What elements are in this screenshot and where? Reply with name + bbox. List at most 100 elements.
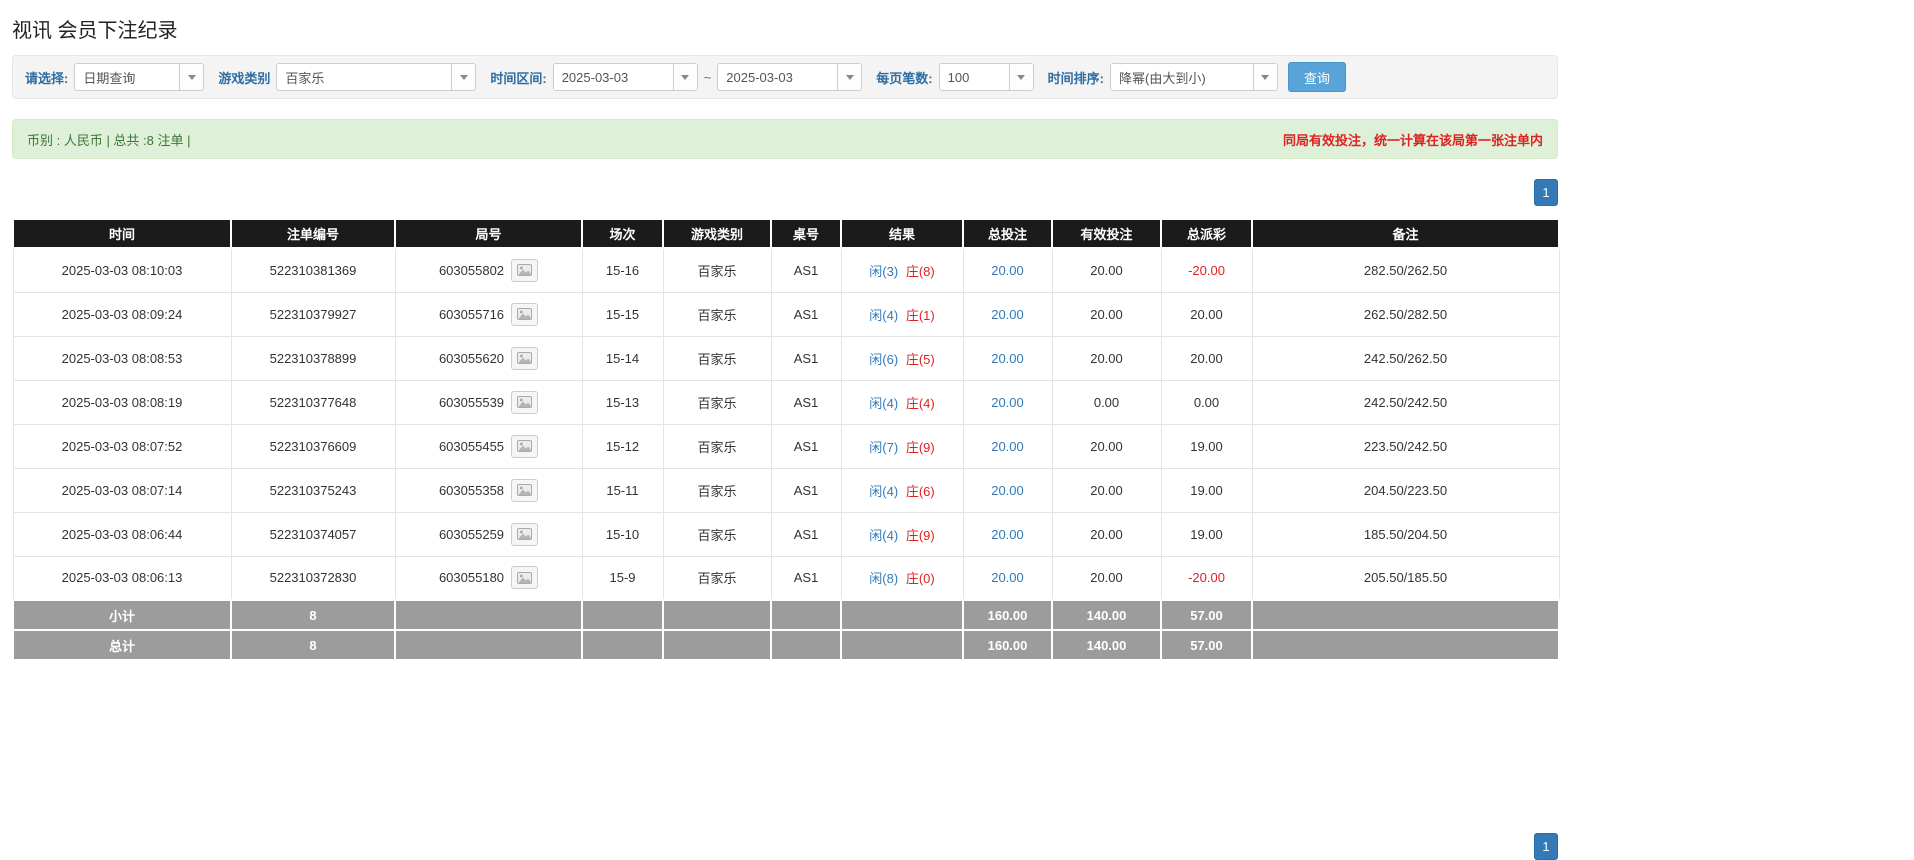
video-replay-button[interactable] <box>511 346 539 370</box>
query-type-select[interactable]: 日期查询 <box>74 63 205 91</box>
video-replay-button[interactable] <box>511 258 539 282</box>
table-row: 2025-03-03 08:08:19 522310377648 6030555… <box>12 379 1560 425</box>
result-banker: 庄(1) <box>905 307 935 323</box>
table-row: 2025-03-03 08:07:14 522310375243 6030553… <box>12 467 1560 513</box>
video-replay-button[interactable] <box>511 478 539 502</box>
cell-total-bet: 20.00 <box>962 379 1053 425</box>
cell-session: 15-15 <box>581 291 664 337</box>
total-bet-link[interactable]: 20.00 <box>991 307 1024 322</box>
chevron-down-icon[interactable] <box>837 64 862 90</box>
total-bet-link[interactable]: 20.00 <box>991 527 1024 542</box>
query-type-label: 请选择: <box>25 70 69 86</box>
cell-payout: 19.00 <box>1160 511 1253 557</box>
result-banker: 庄(0) <box>905 571 935 587</box>
cell-table-no: AS1 <box>770 555 842 601</box>
cell-payout: 19.00 <box>1160 423 1253 469</box>
cell-time: 2025-03-03 08:09:24 <box>12 291 232 337</box>
cell-remark: 185.50/204.50 <box>1251 511 1560 557</box>
page-size-select[interactable]: 100 <box>938 63 1034 91</box>
round-id-text: 603055802 <box>438 262 505 278</box>
cell-time: 2025-03-03 08:06:44 <box>12 511 232 557</box>
replay-video-icon <box>517 528 533 540</box>
cell-valid-bet: 20.00 <box>1051 291 1162 337</box>
date-from-select[interactable]: 2025-03-03 <box>552 63 698 91</box>
chevron-down-icon[interactable] <box>1252 64 1277 90</box>
sort-select[interactable]: 降幂(由大到小) <box>1109 63 1278 91</box>
round-id-text: 603055539 <box>438 394 505 410</box>
replay-video-icon <box>517 352 533 364</box>
cell-bet-id: 522310381369 <box>230 247 396 293</box>
video-replay-button[interactable] <box>511 302 539 326</box>
result-banker: 庄(4) <box>905 395 935 411</box>
result-player: 闲(3) <box>869 263 899 279</box>
header-remark: 备注 <box>1251 218 1560 249</box>
chevron-down-icon[interactable] <box>451 64 476 90</box>
header-payout: 总派彩 <box>1160 218 1253 249</box>
date-range-label: 时间区间: <box>490 70 547 86</box>
cell-round-id: 603055539 <box>394 379 583 425</box>
video-replay-button[interactable] <box>511 522 539 546</box>
table-row: 2025-03-03 08:07:52 522310376609 6030554… <box>12 423 1560 469</box>
search-button[interactable]: 查询 <box>1287 62 1346 92</box>
date-to-value: 2025-03-03 <box>726 69 793 85</box>
page-size-label: 每页笔数: <box>876 70 933 86</box>
table-row: 2025-03-03 08:08:53 522310378899 6030556… <box>12 335 1560 381</box>
cell-game-type: 百家乐 <box>662 467 772 513</box>
chevron-down-icon[interactable] <box>1008 64 1033 90</box>
cell-session: 15-14 <box>581 335 664 381</box>
cell-payout: 19.00 <box>1160 467 1253 513</box>
cell-remark: 242.50/242.50 <box>1251 379 1560 425</box>
cell-bet-id: 522310377648 <box>230 379 396 425</box>
pagination-bottom: 1 <box>12 833 1558 860</box>
total-count: 8 <box>230 629 396 661</box>
cell-game-type: 百家乐 <box>662 335 772 381</box>
total-empty <box>662 629 772 661</box>
video-replay-button[interactable] <box>511 390 539 414</box>
cell-result: 闲(4) 庄(1) <box>840 291 964 337</box>
replay-video-icon <box>517 308 533 320</box>
cell-total-bet: 20.00 <box>962 335 1053 381</box>
replay-video-icon <box>517 264 533 277</box>
table-row: 2025-03-03 08:06:44 522310374057 6030552… <box>12 511 1560 557</box>
total-valid-bet: 140.00 <box>1051 629 1162 661</box>
cell-table-no: AS1 <box>770 423 842 469</box>
total-bet-link[interactable]: 20.00 <box>991 483 1024 498</box>
table-body: 2025-03-03 08:10:03 522310381369 6030558… <box>12 247 1560 601</box>
page-button-1[interactable]: 1 <box>1534 179 1558 206</box>
video-replay-button[interactable] <box>511 434 539 458</box>
page-title: 视讯 会员下注纪录 <box>12 20 178 42</box>
header-bet-id: 注单编号 <box>230 218 396 249</box>
result-player: 闲(6) <box>869 351 899 367</box>
replay-video-icon <box>517 396 533 408</box>
subtotal-total-bet: 160.00 <box>962 599 1053 631</box>
total-bet-link[interactable]: 20.00 <box>991 570 1024 585</box>
cell-round-id: 603055259 <box>394 511 583 557</box>
cell-total-bet: 20.00 <box>962 291 1053 337</box>
cell-payout: -20.00 <box>1160 247 1253 293</box>
date-from-value: 2025-03-03 <box>561 69 629 85</box>
total-bet-link[interactable]: 20.00 <box>991 395 1024 410</box>
header-session: 场次 <box>581 218 664 249</box>
total-empty <box>840 629 964 661</box>
cell-payout: 20.00 <box>1160 291 1253 337</box>
date-to-select[interactable]: 2025-03-03 <box>717 63 863 91</box>
subtotal-count: 8 <box>230 599 396 631</box>
game-type-select[interactable]: 百家乐 <box>276 63 477 91</box>
total-label: 总计 <box>12 629 232 661</box>
round-id-text: 603055455 <box>438 438 505 454</box>
sort-label: 时间排序: <box>1047 70 1104 86</box>
result-banker: 庄(9) <box>905 439 935 455</box>
subtotal-valid-bet: 140.00 <box>1051 599 1162 631</box>
video-replay-button[interactable] <box>511 566 539 590</box>
total-bet-link[interactable]: 20.00 <box>991 351 1024 366</box>
table-row: 2025-03-03 08:10:03 522310381369 6030558… <box>12 247 1560 293</box>
total-bet-link[interactable]: 20.00 <box>991 263 1024 278</box>
header-table-no: 桌号 <box>770 218 842 249</box>
cell-total-bet: 20.00 <box>962 247 1053 293</box>
chevron-down-icon[interactable] <box>179 64 204 90</box>
total-bet-link[interactable]: 20.00 <box>991 439 1024 454</box>
chevron-down-icon[interactable] <box>672 64 697 90</box>
replay-video-icon <box>517 571 533 584</box>
page-button-1-bottom[interactable]: 1 <box>1534 833 1558 860</box>
cell-bet-id: 522310376609 <box>230 423 396 469</box>
